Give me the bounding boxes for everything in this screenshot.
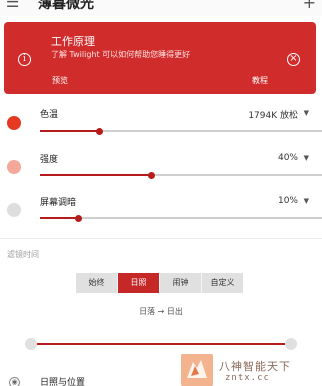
dim-label: 屏幕调暗 bbox=[40, 198, 77, 208]
filter-time-label: 滤镜时间 bbox=[7, 250, 39, 259]
watermark-url: zntx.cc bbox=[225, 373, 270, 383]
close-icon[interactable]: × bbox=[287, 53, 300, 66]
intensity-row: 强度 40% ▼ bbox=[0, 146, 322, 190]
intensity-slider-thumb[interactable] bbox=[147, 171, 155, 179]
intensity-dot bbox=[7, 160, 21, 174]
intensity-slider-fill bbox=[40, 174, 151, 176]
temperature-row: 色温 1794K 放松 ▼ bbox=[0, 100, 322, 144]
temperature-slider-thumb[interactable] bbox=[95, 127, 103, 135]
filter-mode-tabs: 始终 日照 闹钟 自定义 bbox=[76, 273, 243, 293]
dim-slider[interactable] bbox=[40, 214, 322, 222]
tab-alarm[interactable]: 闹钟 bbox=[160, 273, 202, 293]
tutorial-button[interactable]: 教程 bbox=[252, 75, 268, 86]
tab-sunlight[interactable]: 日照 bbox=[118, 273, 160, 293]
sunset-sunrise-range: 日落 → 日出 bbox=[139, 307, 183, 316]
intensity-slider[interactable] bbox=[40, 171, 322, 179]
tab-custom[interactable]: 自定义 bbox=[202, 273, 243, 293]
how-it-works-card: i 工作原理 了解 Twilight 可以如何帮助您睡得更好 × 预览 教程 bbox=[4, 22, 316, 94]
watermark-text: 八神智能天下 bbox=[219, 360, 291, 373]
app-bar: ☰ 薄暮微光 + bbox=[0, 0, 322, 16]
temperature-value[interactable]: 1794K 放松 bbox=[248, 108, 298, 121]
range-end-thumb[interactable] bbox=[285, 338, 297, 350]
time-range-slider[interactable] bbox=[32, 343, 291, 345]
location-icon: ◉ bbox=[9, 377, 20, 386]
dim-dot bbox=[7, 203, 21, 217]
temperature-dot bbox=[7, 116, 21, 130]
card-title: 工作原理 bbox=[51, 35, 95, 48]
dim-slider-fill bbox=[40, 217, 78, 219]
chevron-down-icon[interactable]: ▼ bbox=[304, 154, 309, 162]
tab-always[interactable]: 始终 bbox=[76, 273, 118, 293]
dim-row: 屏幕调暗 10% ▼ bbox=[0, 190, 322, 234]
app-title: 薄暮微光 bbox=[38, 0, 94, 12]
temperature-label: 色温 bbox=[40, 110, 59, 120]
dim-value[interactable]: 10% bbox=[278, 196, 298, 206]
card-subtitle: 了解 Twilight 可以如何帮助您睡得更好 bbox=[51, 50, 191, 59]
range-start-thumb[interactable] bbox=[25, 338, 37, 350]
preview-button[interactable]: 预览 bbox=[52, 75, 68, 86]
chevron-down-icon[interactable]: ▼ bbox=[304, 197, 309, 205]
section-divider bbox=[0, 238, 322, 239]
info-icon: i bbox=[18, 53, 31, 66]
location-label[interactable]: 日照与位置 bbox=[40, 375, 85, 386]
temperature-slider[interactable] bbox=[40, 127, 322, 135]
intensity-value[interactable]: 40% bbox=[278, 153, 298, 163]
chevron-down-icon[interactable]: ▼ bbox=[304, 109, 309, 117]
intensity-label: 强度 bbox=[40, 155, 59, 165]
menu-icon[interactable]: ☰ bbox=[6, 0, 19, 10]
watermark-logo bbox=[181, 354, 213, 386]
add-icon[interactable]: + bbox=[303, 0, 316, 12]
dim-slider-thumb[interactable] bbox=[74, 214, 82, 222]
watermark: 八神智能天下 zntx.cc bbox=[181, 354, 322, 386]
temperature-slider-fill bbox=[40, 130, 99, 132]
